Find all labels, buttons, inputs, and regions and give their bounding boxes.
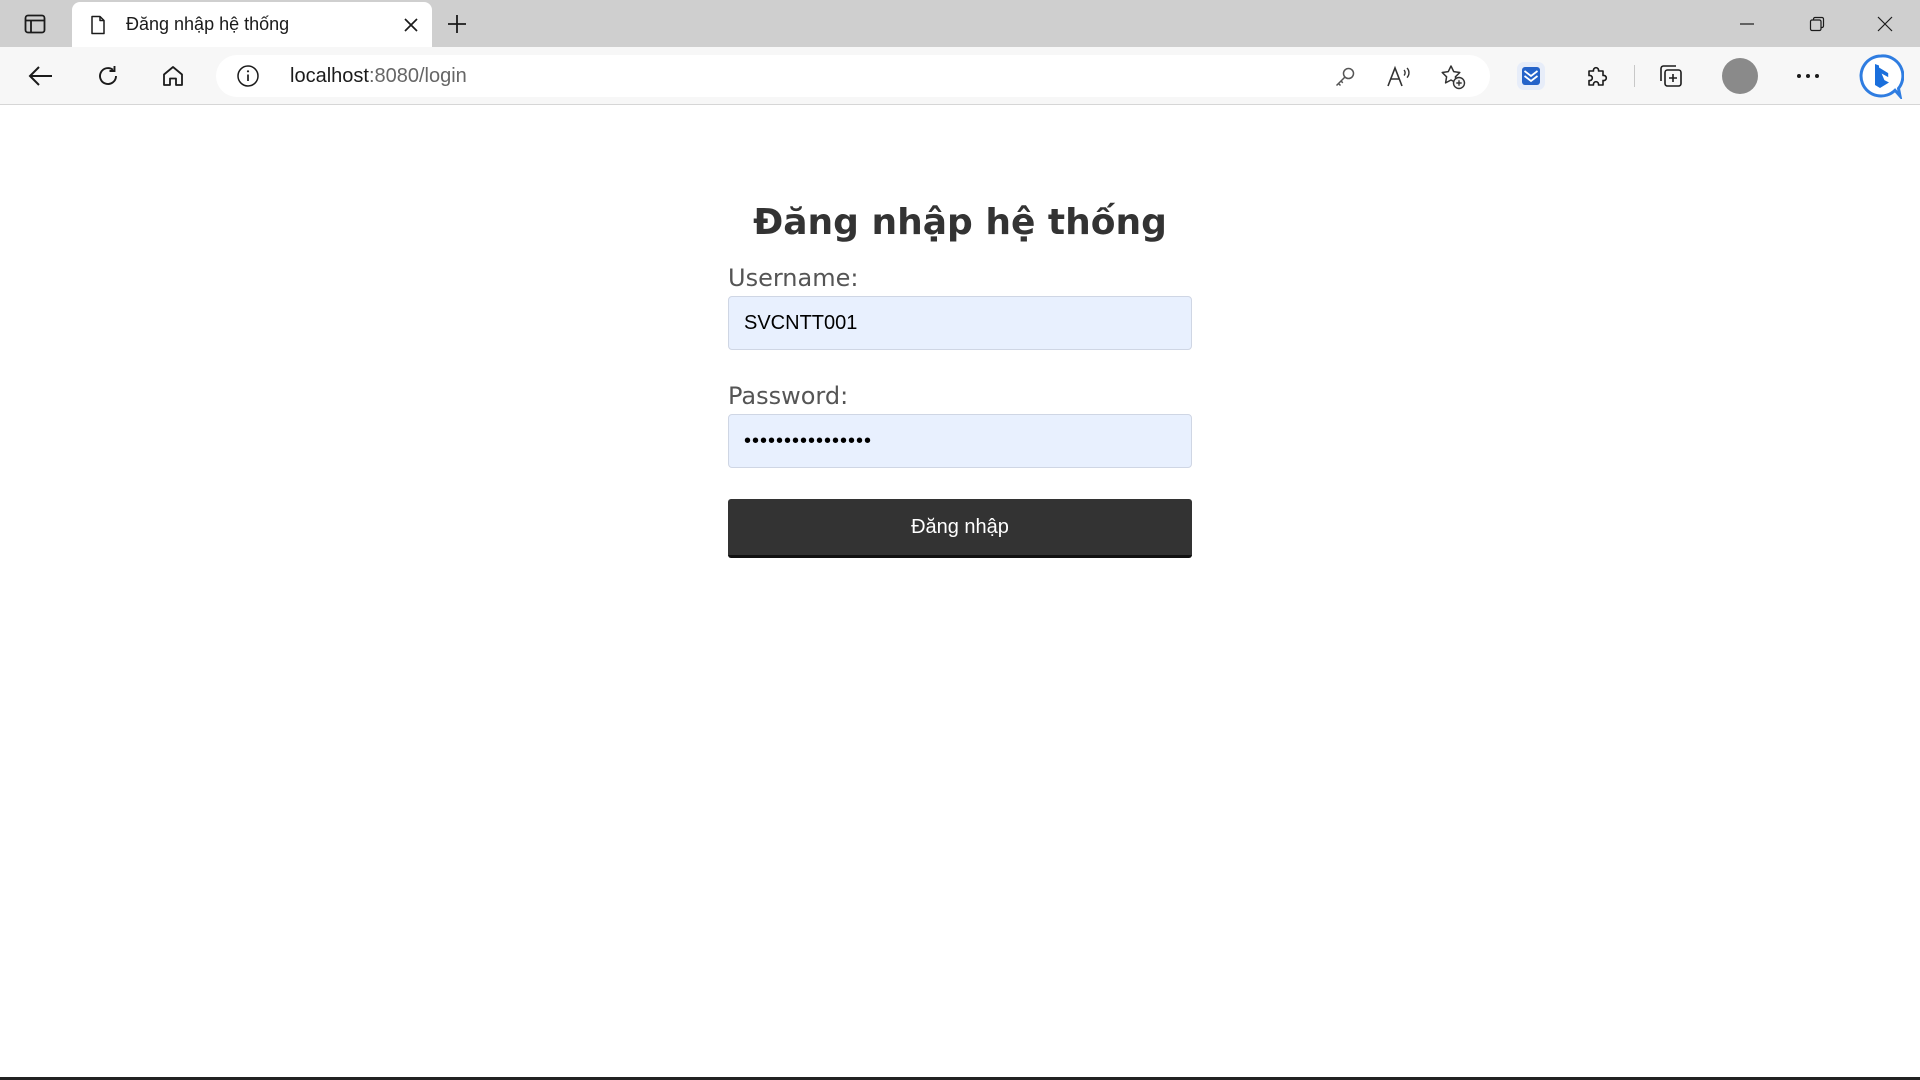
url-host: localhost xyxy=(290,65,369,87)
add-favorite-button[interactable] xyxy=(1440,64,1466,90)
button-spacer xyxy=(728,468,1192,499)
window-close-button[interactable] xyxy=(1850,0,1920,47)
puzzle-icon xyxy=(1588,66,1608,86)
tab-strip: Đăng nhập hệ thống xyxy=(0,0,1920,47)
login-form: Đăng nhập hệ thống Username: Password: Đ… xyxy=(728,202,1192,558)
tab-actions-icon xyxy=(24,14,46,34)
mail-extension-icon xyxy=(1517,62,1545,90)
password-label: Password: xyxy=(728,382,849,410)
read-aloud-icon xyxy=(1387,65,1410,87)
restore-button[interactable] xyxy=(1782,0,1852,47)
page-icon xyxy=(91,15,105,35)
back-button[interactable] xyxy=(21,56,61,96)
settings-more-button[interactable] xyxy=(1788,56,1828,96)
back-arrow-icon xyxy=(28,66,52,86)
page-title: Đăng nhập hệ thống xyxy=(753,202,1167,243)
read-aloud-button[interactable] xyxy=(1386,64,1412,90)
tab-actions-button[interactable] xyxy=(14,9,56,39)
close-icon xyxy=(404,18,418,32)
profile-avatar[interactable] xyxy=(1722,58,1758,94)
minimize-button[interactable] xyxy=(1712,0,1782,47)
restore-icon xyxy=(1809,16,1825,31)
page-content: Đăng nhập hệ thống Username: Password: Đ… xyxy=(0,106,1920,1078)
username-field[interactable] xyxy=(728,296,1192,350)
username-label: Username: xyxy=(728,264,859,292)
more-icon xyxy=(1797,74,1819,78)
password-button[interactable] xyxy=(1332,64,1358,90)
password-field[interactable] xyxy=(728,414,1192,468)
star-add-icon xyxy=(1441,65,1466,90)
active-tab[interactable]: Đăng nhập hệ thống xyxy=(72,2,432,47)
mail-extension-button[interactable] xyxy=(1511,56,1551,96)
close-icon xyxy=(1877,16,1893,31)
refresh-button[interactable] xyxy=(88,56,128,96)
url-path: :8080/login xyxy=(368,65,467,87)
bing-icon xyxy=(1859,54,1904,99)
site-info-button[interactable] xyxy=(236,64,260,88)
plus-icon xyxy=(448,15,466,33)
browser-toolbar: localhost:8080/login xyxy=(0,47,1920,105)
extensions-button[interactable] xyxy=(1578,56,1618,96)
toolbar-separator xyxy=(1634,65,1635,87)
copilot-button[interactable] xyxy=(1858,53,1904,99)
address-bar[interactable]: localhost:8080/login xyxy=(216,55,1490,97)
collections-icon xyxy=(1660,65,1682,87)
new-tab-button[interactable] xyxy=(440,8,474,40)
collections-button[interactable] xyxy=(1651,56,1691,96)
minimize-icon xyxy=(1740,22,1754,25)
url-text[interactable]: localhost:8080/login xyxy=(290,65,467,88)
info-icon xyxy=(237,65,259,87)
key-icon xyxy=(1335,67,1355,87)
home-button[interactable] xyxy=(153,56,193,96)
home-icon xyxy=(163,66,183,86)
tab-close-button[interactable] xyxy=(398,12,424,38)
tab-title: Đăng nhập hệ thống xyxy=(126,14,290,34)
field-spacer xyxy=(728,350,1192,382)
refresh-icon xyxy=(99,66,117,85)
login-button[interactable]: Đăng nhập xyxy=(728,499,1192,558)
